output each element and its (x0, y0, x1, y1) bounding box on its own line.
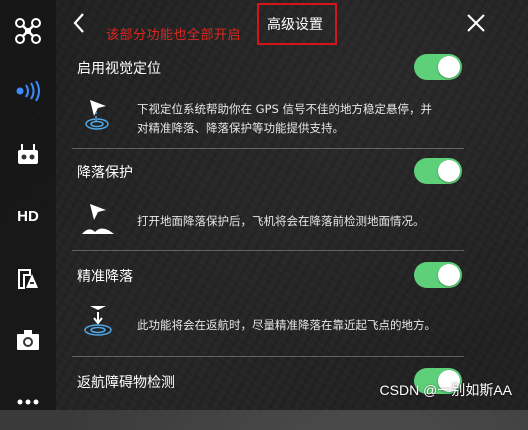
setting-desc-landing-protection: 打开地面降落保护后，飞机将会在降落前检测地面情况。 (137, 212, 425, 231)
watermark: CSDN @一别如斯AA (379, 382, 512, 398)
sidebar-item-aircraft[interactable] (0, 3, 56, 59)
back-icon[interactable] (68, 10, 92, 36)
setting-title-precision-landing: 精准降落 (77, 269, 133, 285)
desc-line: 打开地面降落保护后，飞机将会在降落前检测地面情况。 (137, 214, 425, 228)
desc-line: 下视定位系统帮助你在 GPS 信号不佳的地方稳定悬停，并 (137, 102, 432, 116)
sidebar-item-camera[interactable] (0, 312, 56, 368)
page-title: 高级设置 (267, 17, 323, 33)
more-icon (17, 399, 39, 405)
divider (72, 356, 464, 357)
toggle-precision-landing[interactable] (414, 262, 462, 288)
toggle-knob (438, 264, 460, 286)
landing-protection-icon (82, 204, 114, 234)
setting-title-rth-obstacle-check: 返航障碍物检测 (77, 375, 175, 391)
hd-icon: HD (17, 207, 39, 225)
sidebar: HD (0, 0, 56, 410)
toggle-knob (438, 160, 460, 182)
toggle-vision-positioning[interactable] (414, 54, 462, 80)
flight-mode-icon (18, 269, 38, 289)
sidebar-item-hd[interactable]: HD (0, 188, 56, 244)
close-icon[interactable] (464, 10, 488, 36)
camera-icon (17, 330, 39, 350)
toggle-knob (438, 56, 460, 78)
remote-controller-icon (18, 144, 38, 164)
sidebar-item-controller[interactable] (0, 126, 56, 182)
desc-line: 此功能将会在返航时，尽量精准降落在靠近起飞点的地方。 (137, 318, 436, 332)
setting-desc-precision-landing: 此功能将会在返航时，尽量精准降落在靠近起飞点的地方。 (137, 316, 436, 335)
sidebar-item-signal[interactable] (0, 63, 56, 119)
toggle-landing-protection[interactable] (414, 158, 462, 184)
drone-icon (15, 18, 41, 44)
sidebar-item-more[interactable] (0, 374, 56, 430)
annotation-note: 该部分功能也全部开启 (106, 28, 242, 43)
signal-icon (16, 81, 40, 101)
setting-title-landing-protection: 降落保护 (77, 165, 133, 181)
desc-line: 对精准降落、降落保护等功能提供支持。 (137, 121, 344, 135)
title-highlight-box: 高级设置 (257, 3, 337, 45)
vision-positioning-icon (85, 100, 109, 130)
precision-landing-icon (84, 306, 112, 336)
divider (72, 250, 464, 251)
setting-desc-vision-positioning: 下视定位系统帮助你在 GPS 信号不佳的地方稳定悬停，并 对精准降落、降落保护等… (137, 100, 432, 138)
sidebar-item-flight-mode[interactable] (0, 250, 56, 306)
divider (72, 148, 464, 149)
setting-title-vision-positioning: 启用视觉定位 (77, 61, 161, 77)
